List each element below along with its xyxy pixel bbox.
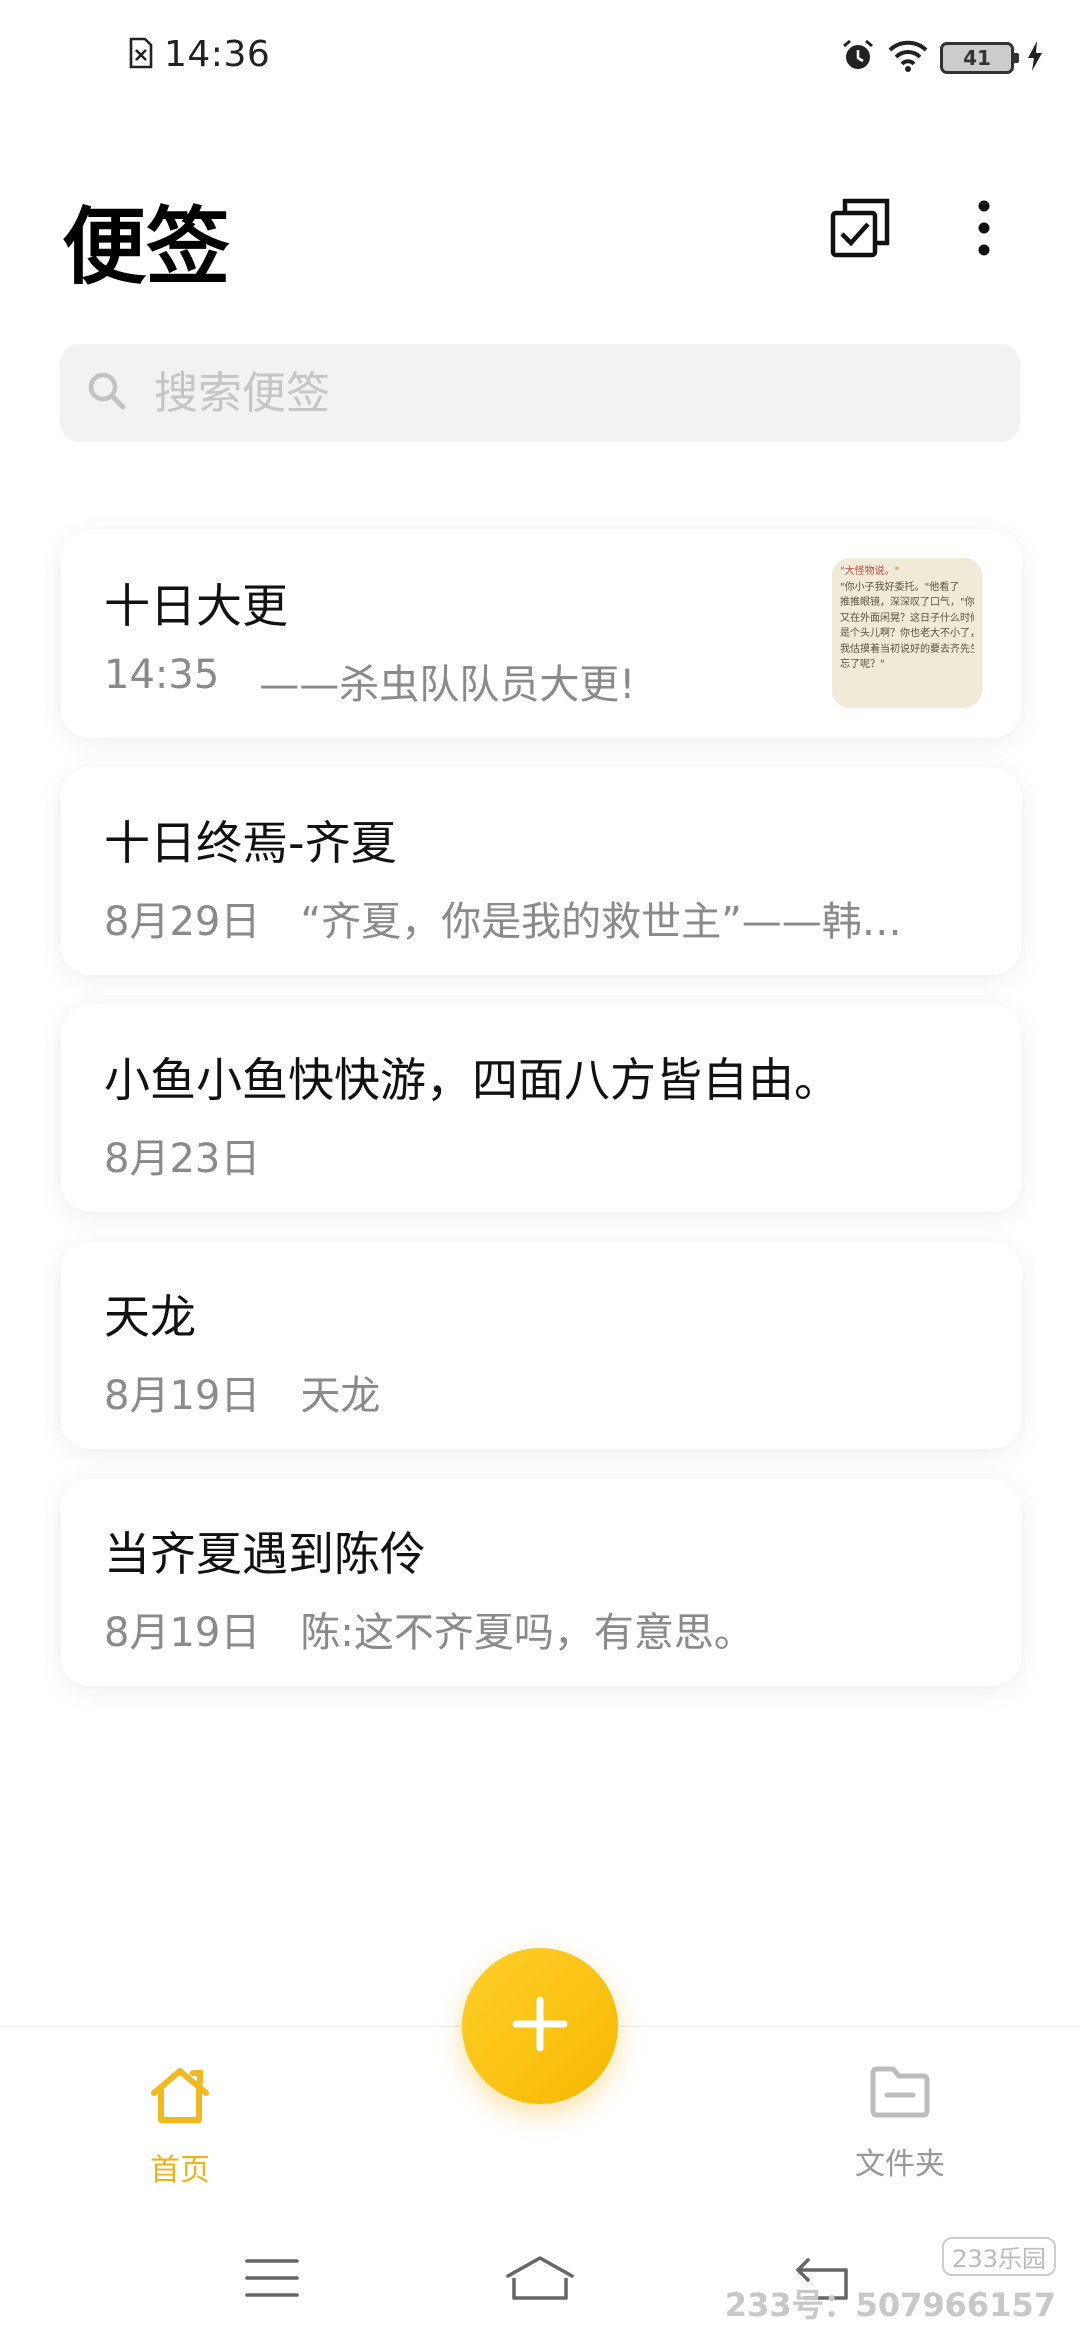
nav-tab-folder[interactable]: 文件夹 — [820, 2065, 980, 2183]
note-meta: 14:35 ——杀虫队队员大更! — [104, 652, 635, 710]
note-preview: 天龙 — [300, 1373, 381, 1419]
watermark-text: 233号：507966157 — [724, 2286, 1056, 2324]
system-nav-bar: 233乐园 233号：507966157 — [0, 2210, 1080, 2340]
search-input[interactable] — [154, 367, 954, 419]
more-vert-icon — [974, 198, 994, 262]
thumbnail-text-line: "大怪物说。" — [840, 566, 900, 577]
note-meta: 8月23日 — [104, 1126, 300, 1184]
watermark: 233乐园 233号：507966157 — [725, 2237, 1056, 2326]
home-icon — [148, 2065, 212, 2129]
note-card[interactable]: 小鱼小鱼快快游，四面八方皆自由。 8月23日 — [60, 1004, 1022, 1212]
note-date: 8月19日 — [104, 1610, 261, 1656]
thumbnail-text-line: 推推眼镜，深深叹了口气，"你今儿 — [840, 597, 974, 608]
alarm-icon — [840, 38, 876, 78]
battery-icon: 41 — [940, 42, 1019, 74]
search-bar[interactable] — [60, 344, 1020, 442]
note-card[interactable]: 天龙 8月19日 天龙 — [60, 1241, 1022, 1449]
menu-icon — [245, 2257, 299, 2303]
multi-select-button[interactable] — [820, 190, 900, 270]
nav-tab-folder-label: 文件夹 — [855, 2147, 945, 2182]
more-options-button[interactable] — [944, 190, 1024, 270]
add-note-button[interactable] — [462, 1948, 618, 2104]
charging-icon — [1026, 40, 1044, 76]
note-card[interactable]: 十日终焉-齐夏 8月29日 “齐夏，你是我的救世主”——韩… — [60, 767, 1022, 975]
status-left: 14:36 — [128, 34, 270, 75]
note-title: 小鱼小鱼快快游，四面八方皆自由。 — [104, 1053, 840, 1107]
home-outline-icon — [504, 2254, 576, 2306]
note-card[interactable]: 当齐夏遇到陈伶 8月19日 陈:这不齐夏吗，有意思。 — [60, 1478, 1022, 1686]
system-home-button[interactable] — [500, 2250, 580, 2310]
note-meta: 8月19日 陈:这不齐夏吗，有意思。 — [104, 1600, 754, 1658]
note-date: 14:35 — [104, 652, 220, 698]
plus-icon — [510, 1994, 570, 2058]
note-preview: “齐夏，你是我的救世主”——韩… — [300, 899, 902, 945]
nav-tab-home-label: 首页 — [150, 2153, 210, 2188]
thumbnail-text-line: 又在外面闲晃？这日子什么时候 — [840, 612, 974, 624]
system-menu-button[interactable] — [232, 2250, 312, 2310]
status-right: 41 — [840, 38, 1044, 78]
notes-list: 十日大更 14:35 ——杀虫队队员大更! "大怪物说。" "你小子我好委托。"… — [60, 530, 1022, 1715]
note-date: 8月19日 — [104, 1373, 261, 1419]
sim-off-icon — [128, 37, 154, 73]
nav-tab-home[interactable]: 首页 — [100, 2065, 260, 2189]
thumbnail-text-line: 我估摸着当初说好的要去齐先生 — [840, 643, 974, 655]
search-icon — [86, 370, 128, 416]
note-date: 8月29日 — [104, 899, 261, 945]
note-meta: 8月19日 天龙 — [104, 1363, 380, 1421]
multi-select-icon — [829, 197, 891, 263]
note-preview: 陈:这不齐夏吗，有意思。 — [300, 1610, 754, 1656]
thumbnail-text-line: 忘了呢？" — [840, 659, 885, 670]
page-title: 便签 — [62, 198, 231, 296]
thumbnail-text-line: 是个头儿啊？你也老大不小了， — [840, 628, 974, 639]
note-title: 天龙 — [104, 1290, 196, 1344]
thumbnail-text-line: "你小子我好委托。"他看了 — [840, 581, 960, 593]
note-title: 十日终焉-齐夏 — [104, 816, 397, 870]
battery-level: 41 — [963, 46, 991, 70]
watermark-logo: 233乐园 — [942, 2237, 1056, 2276]
note-thumbnail: "大怪物说。" "你小子我好委托。"他看了 推推眼镜，深深叹了口气，"你今儿 又… — [832, 558, 982, 708]
note-card[interactable]: 十日大更 14:35 ——杀虫队队员大更! "大怪物说。" "你小子我好委托。"… — [60, 530, 1022, 738]
wifi-icon — [888, 40, 928, 76]
note-title: 当齐夏遇到陈伶 — [104, 1527, 426, 1581]
folder-icon — [869, 2065, 931, 2123]
note-title: 十日大更 — [104, 579, 288, 633]
note-date: 8月23日 — [104, 1136, 261, 1182]
status-time: 14:36 — [164, 34, 271, 75]
note-preview: ——杀虫队队员大更! — [259, 662, 636, 708]
status-bar: 14:36 41 — [0, 0, 1080, 120]
note-meta: 8月29日 “齐夏，你是我的救世主”——韩… — [104, 889, 902, 947]
